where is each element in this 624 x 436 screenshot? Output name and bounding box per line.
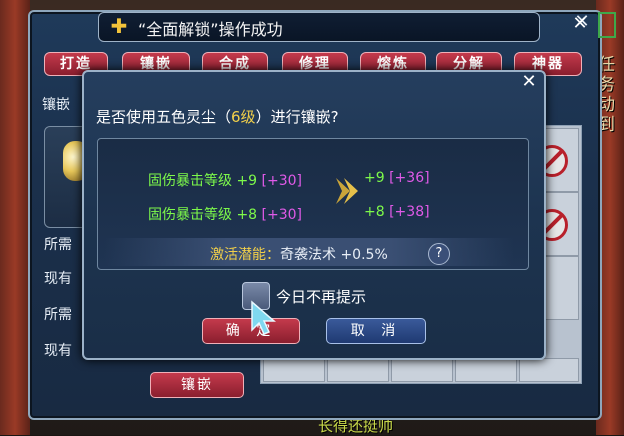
checkbox-label: 今日不再提示 (276, 288, 367, 306)
activate-value: 奇袭法术 +0.5% (280, 247, 388, 263)
question-prefix: 是否使用五色灵尘（ (96, 108, 232, 126)
notification-text: “全面解锁”操作成功 (138, 20, 283, 39)
stat-before-row: 固伤暴击等级 +8 [+30] (148, 204, 302, 224)
gem-slot[interactable] (519, 358, 579, 382)
plus-cross-icon: ✚ (110, 14, 128, 38)
gem-slot[interactable] (327, 358, 389, 382)
stat-name: 固伤暴击等级 (148, 207, 232, 223)
dialog-question: 是否使用五色灵尘（6级）进行镶嵌? (96, 106, 339, 127)
stat-bonus: [+30] (261, 173, 303, 189)
chevron-right-icon (336, 178, 358, 204)
minimap-frame (598, 12, 616, 38)
stat-base: +8 (236, 207, 258, 223)
gem-slot[interactable] (263, 358, 325, 382)
stat-bonus: [+30] (261, 207, 303, 223)
owned-label: 现有 (44, 343, 72, 359)
stat-name: 固伤暴击等级 (148, 173, 232, 189)
inlay-section-label: 镶嵌 (42, 97, 70, 113)
red-pillar (0, 0, 30, 435)
stat-base: +8 (364, 204, 385, 220)
question-suffix: ）进行镶嵌? (255, 108, 339, 126)
required-label: 所需 (44, 237, 72, 253)
activate-label: 激活潜能： (210, 247, 280, 263)
stat-bonus: [+36] (389, 170, 430, 186)
stat-base: +9 (364, 170, 385, 186)
gem-slot[interactable] (455, 358, 517, 382)
activate-potential-text: 激活潜能：奇袭法术 +0.5% (210, 244, 388, 264)
stat-bonus: [+38] (389, 204, 430, 220)
dialog-close-icon[interactable]: ✕ (518, 72, 540, 92)
inlay-button[interactable]: 镶嵌 (150, 372, 244, 398)
notification-close-icon[interactable]: ✕ (568, 12, 592, 36)
stat-base: +9 (236, 173, 258, 189)
stat-after-row: +8 [+38] (364, 204, 430, 220)
cancel-button[interactable]: 取 消 (326, 318, 426, 344)
required-label: 所需 (44, 307, 72, 323)
stat-after-row: +9 [+36] (364, 170, 430, 186)
owned-label: 现有 (44, 271, 72, 287)
pointer-cursor-icon (251, 300, 276, 335)
gem-slot[interactable] (391, 358, 453, 382)
question-level: 6级 (231, 108, 256, 126)
stat-before-row: 固伤暴击等级 +9 [+30] (148, 170, 302, 190)
help-icon[interactable]: ? (428, 243, 450, 265)
